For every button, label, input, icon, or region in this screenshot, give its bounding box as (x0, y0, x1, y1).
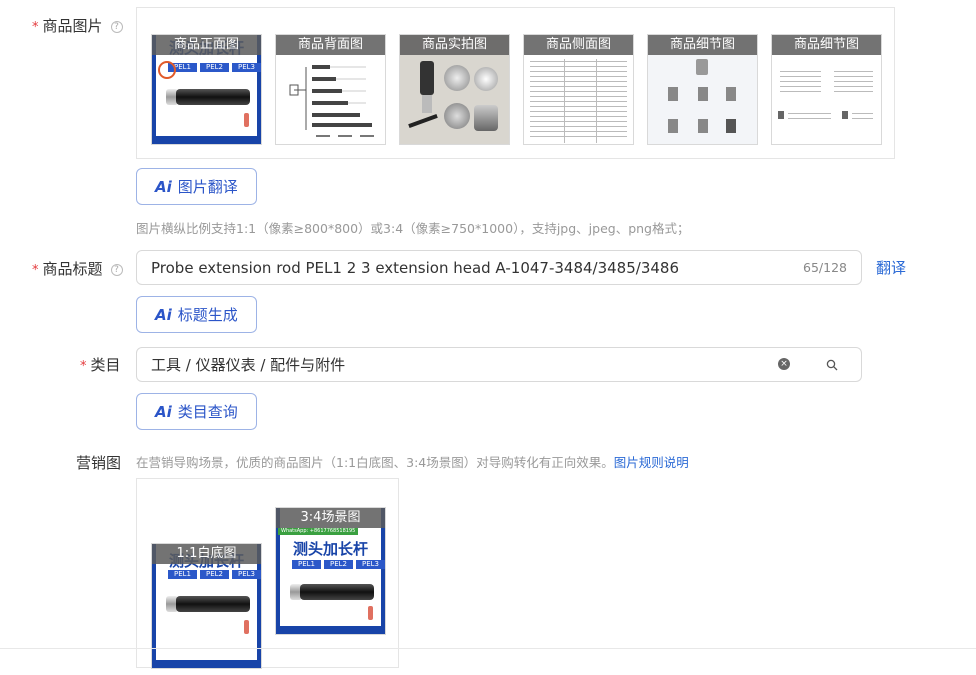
marketing-thumb-scene[interactable]: WhatsApp: +8617768518195 测头加长杆 PEL1 PEL2 P… (275, 507, 386, 635)
title-generate-button[interactable]: Ai 标题生成 (136, 296, 257, 333)
category-input[interactable]: 工具 / 仪器仪表 / 配件与附件 (136, 347, 803, 382)
title-translate-link[interactable]: 翻译 (876, 257, 906, 278)
thumb-caption: 1:1白底图 (152, 544, 261, 564)
product-thumb-side[interactable]: 商品侧面图 (523, 34, 634, 145)
product-title-label: * 商品标题? (32, 258, 123, 279)
image-translate-button[interactable]: Ai 图片翻译 (136, 168, 257, 205)
product-thumb-back[interactable]: 商品背面图 (275, 34, 386, 145)
image-format-hint: 图片横纵比例支持1:1（像素≥800*800）或3:4（像素≥750*1000）… (136, 221, 690, 236)
watermark-badge: WhatsApp: +8617768518195 (278, 528, 359, 535)
ai-icon: Ai (155, 305, 172, 324)
thumb-caption: 商品细节图 (648, 35, 757, 55)
product-thumb-front[interactable]: 测头加长杆 PEL1PEL2PEL3 商品正面图 (151, 34, 262, 145)
category-value: 工具 / 仪器仪表 / 配件与附件 (151, 356, 346, 374)
product-images-label: * 商品图片? (32, 15, 123, 36)
spec-table (530, 61, 627, 141)
clear-icon[interactable]: × (778, 358, 790, 370)
thumb-caption: 商品实拍图 (400, 35, 509, 55)
category-label: * 类目 (80, 356, 121, 374)
page-footer-divider (0, 648, 976, 649)
marketing-thumb-white[interactable]: 测头加长杆 PEL1PEL2PEL3 1:1白底图 (151, 543, 262, 669)
product-art-tags: PEL1 PEL2 PEL3 (168, 63, 261, 72)
product-thumb-detail-1[interactable]: 商品细节图 (647, 34, 758, 145)
thumb-caption: 商品背面图 (276, 35, 385, 55)
help-icon[interactable]: ? (110, 264, 123, 276)
marketing-hint: 在营销导购场景，优质的商品图片（1:1白底图、3:4场景图）对导购转化有正向效果… (136, 455, 689, 470)
marketing-images-box: 测头加长杆 PEL1PEL2PEL3 1:1白底图 WhatsApp: +861… (136, 478, 399, 669)
rotate-icon (158, 61, 176, 79)
title-char-counter: 65/128 (803, 260, 847, 275)
ai-icon: Ai (155, 177, 172, 196)
help-icon[interactable]: ? (110, 21, 123, 33)
product-images-box: 测头加长杆 PEL1PEL2PEL3 商品正面图 (136, 7, 895, 159)
product-title-value: Probe extension rod PEL1 2 3 extension h… (151, 258, 679, 277)
thumb-caption: 3:4场景图 (276, 508, 385, 528)
thumb-caption: 商品侧面图 (524, 35, 633, 55)
product-title-input[interactable]: Probe extension rod PEL1 2 3 extension h… (136, 250, 862, 285)
marketing-label: 营销图 (76, 454, 122, 472)
product-thumb-photo[interactable]: 商品实拍图 (399, 34, 510, 145)
thumb-caption: 商品正面图 (152, 35, 261, 55)
ai-icon: Ai (155, 402, 172, 421)
product-thumb-detail-2[interactable]: 商品细节图 (771, 34, 882, 145)
search-icon (826, 359, 837, 370)
category-search-button[interactable] (802, 347, 862, 382)
category-query-button[interactable]: Ai 类目查询 (136, 393, 257, 430)
image-rules-link[interactable]: 图片规则说明 (614, 455, 689, 470)
thumb-caption: 商品细节图 (772, 35, 881, 55)
